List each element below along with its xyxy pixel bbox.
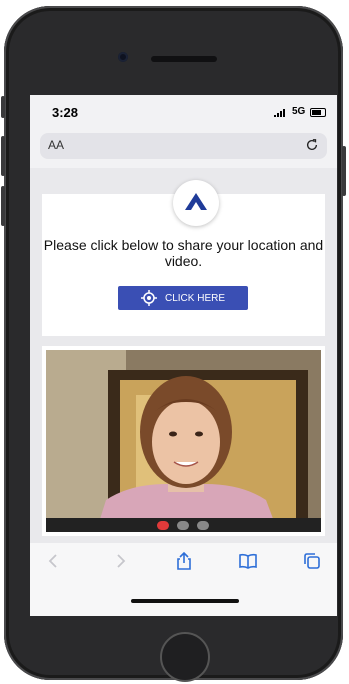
home-indicator <box>131 599 239 603</box>
address-bar[interactable]: AA <box>40 133 327 159</box>
prompt-card: Please click below to share your locatio… <box>42 180 325 336</box>
earpiece-speaker <box>151 56 217 62</box>
back-icon[interactable] <box>44 551 64 571</box>
app-logo <box>173 180 219 226</box>
signal-icon <box>274 109 285 117</box>
share-message: Please click below to share your locatio… <box>43 237 324 269</box>
volume-up-button <box>1 136 5 176</box>
mute-mic-icon[interactable] <box>177 521 189 530</box>
bookmarks-icon[interactable] <box>238 551 258 571</box>
video-controls <box>46 518 321 532</box>
end-call-icon[interactable] <box>157 521 169 530</box>
tabs-icon[interactable] <box>302 551 322 571</box>
power-button <box>342 146 346 196</box>
video-card <box>42 346 325 536</box>
status-bar: 3:28 5G <box>30 95 337 129</box>
forward-icon[interactable] <box>110 551 130 571</box>
home-button[interactable] <box>160 632 210 682</box>
mute-switch <box>1 96 5 118</box>
click-here-button[interactable]: CLICK HERE <box>118 286 248 310</box>
browser-toolbar <box>30 543 337 616</box>
share-icon[interactable] <box>174 551 194 571</box>
web-content: Please click below to share your locatio… <box>30 168 337 543</box>
phone-frame: 3:28 5G AA Please click below to share y… <box>1 6 346 682</box>
text-size-button[interactable]: AA <box>48 138 64 152</box>
logo-icon <box>185 193 207 210</box>
camera-toggle-icon[interactable] <box>197 521 209 530</box>
location-icon <box>140 290 157 306</box>
volume-down-button <box>1 186 5 226</box>
video-frame-image <box>46 350 321 532</box>
status-time: 3:28 <box>52 105 79 120</box>
battery-icon <box>310 108 326 117</box>
click-here-label: CLICK HERE <box>164 292 225 304</box>
network-type: 5G <box>292 106 306 117</box>
screen: 3:28 5G AA Please click below to share y… <box>30 95 337 616</box>
reload-icon[interactable] <box>305 138 319 152</box>
front-camera <box>118 52 128 62</box>
video-feed <box>46 350 321 532</box>
